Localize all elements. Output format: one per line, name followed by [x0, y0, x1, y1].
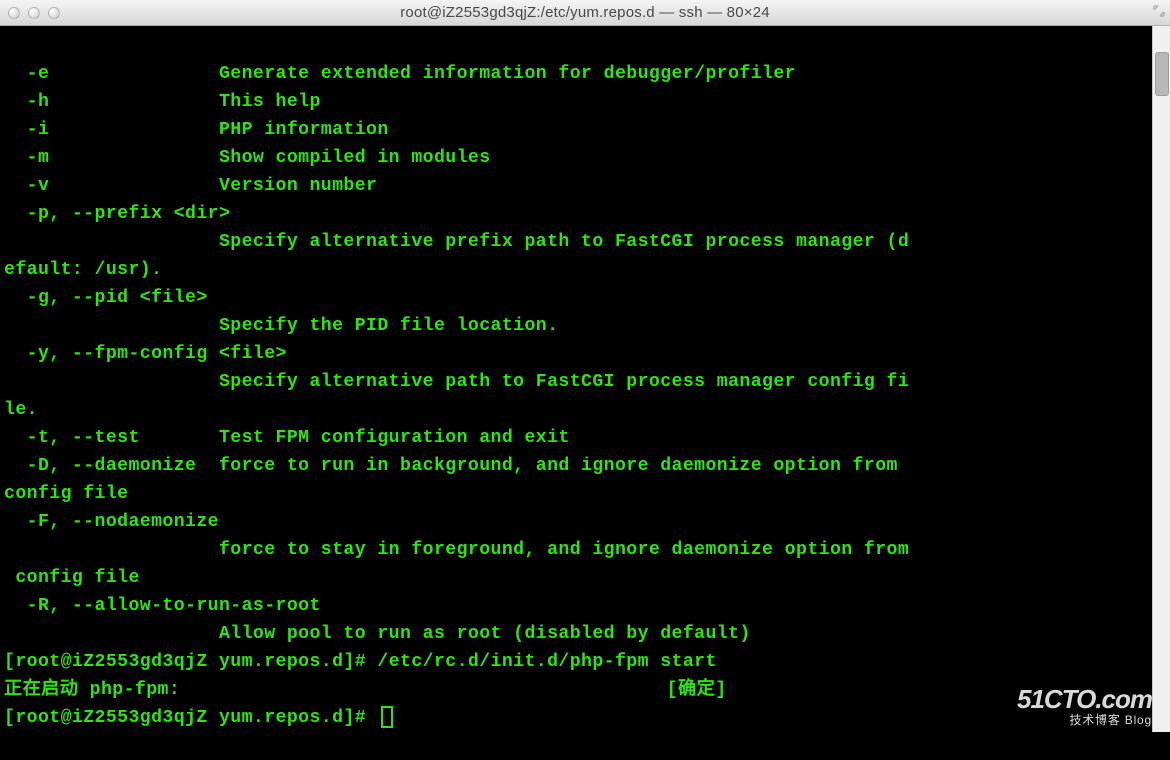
watermark-logo: 51CTO.com — [1017, 686, 1152, 712]
terminal-line: config file — [4, 564, 1166, 592]
scrollbar[interactable] — [1152, 26, 1170, 732]
terminal-line: -e Generate extended information for deb… — [4, 60, 1166, 88]
command-line-2: [root@iZ2553gd3qjZ yum.repos.d]# — [4, 704, 1166, 732]
status-right: [确定] — [667, 680, 727, 700]
status-line: 正在启动 php-fpm: [确定] — [4, 676, 1166, 704]
terminal-line: -v Version number — [4, 172, 1166, 200]
terminal-line: -g, --pid <file> — [4, 284, 1166, 312]
terminal-line: -p, --prefix <dir> — [4, 200, 1166, 228]
terminal-line: force to stay in foreground, and ignore … — [4, 536, 1166, 564]
traffic-lights — [8, 7, 60, 19]
terminal-line: Specify alternative prefix path to FastC… — [4, 228, 1166, 256]
zoom-button[interactable] — [48, 7, 60, 19]
scroll-thumb[interactable] — [1155, 52, 1169, 96]
terminal-line: -F, --nodaemonize — [4, 508, 1166, 536]
prompt-1: [root@iZ2553gd3qjZ yum.repos.d]# — [4, 652, 377, 672]
terminal-line: Specify the PID file location. — [4, 312, 1166, 340]
watermark: 51CTO.com 技术博客 Blog — [1017, 686, 1152, 726]
terminal-line: efault: /usr). — [4, 256, 1166, 284]
terminal-line: -h This help — [4, 88, 1166, 116]
terminal-output[interactable]: -e Generate extended information for deb… — [0, 26, 1170, 732]
maximize-icon[interactable] — [1152, 4, 1166, 18]
terminal-line: -y, --fpm-config <file> — [4, 340, 1166, 368]
terminal-line: Specify alternative path to FastCGI proc… — [4, 368, 1166, 396]
terminal-line: config file — [4, 480, 1166, 508]
window-title: root@iZ2553gd3qjZ:/etc/yum.repos.d — ssh… — [400, 4, 770, 21]
minimize-button[interactable] — [28, 7, 40, 19]
command-line-1: [root@iZ2553gd3qjZ yum.repos.d]# /etc/rc… — [4, 648, 1166, 676]
window-titlebar: root@iZ2553gd3qjZ:/etc/yum.repos.d — ssh… — [0, 0, 1170, 26]
close-button[interactable] — [8, 7, 20, 19]
command-1: /etc/rc.d/init.d/php-fpm start — [377, 652, 716, 672]
watermark-sub: 技术博客 Blog — [1017, 714, 1152, 726]
terminal-line: -i PHP information — [4, 116, 1166, 144]
terminal-line: Allow pool to run as root (disabled by d… — [4, 620, 1166, 648]
cursor — [381, 706, 393, 728]
prompt-2: [root@iZ2553gd3qjZ yum.repos.d]# — [4, 708, 377, 728]
terminal-line: le. — [4, 396, 1166, 424]
terminal-line: -t, --test Test FPM configuration and ex… — [4, 424, 1166, 452]
terminal-line: -R, --allow-to-run-as-root — [4, 592, 1166, 620]
terminal-line: -D, --daemonize force to run in backgrou… — [4, 452, 1166, 480]
terminal-line: -m Show compiled in modules — [4, 144, 1166, 172]
status-left: 正在启动 php-fpm: — [4, 680, 180, 700]
